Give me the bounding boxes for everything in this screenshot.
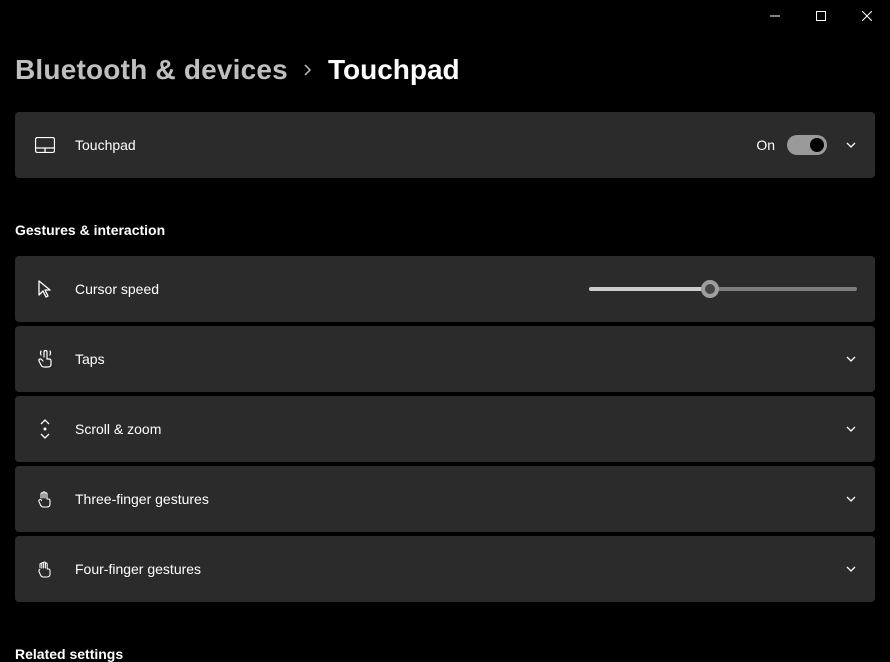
- touchpad-toggle-row[interactable]: Touchpad On: [15, 112, 875, 178]
- window-titlebar: [0, 0, 890, 32]
- four-finger-row[interactable]: Four-finger gestures: [15, 536, 875, 602]
- maximize-button[interactable]: [798, 0, 844, 32]
- four-finger-icon: [33, 559, 57, 579]
- three-finger-label: Three-finger gestures: [75, 491, 209, 507]
- cursor-icon: [33, 279, 57, 299]
- tap-icon: [33, 349, 57, 369]
- taps-label: Taps: [75, 351, 105, 367]
- scroll-zoom-row[interactable]: Scroll & zoom: [15, 396, 875, 462]
- related-section-header: Related settings: [15, 606, 875, 662]
- chevron-down-icon[interactable]: [845, 139, 857, 151]
- breadcrumb-parent[interactable]: Bluetooth & devices: [15, 54, 288, 86]
- scroll-zoom-label: Scroll & zoom: [75, 421, 161, 437]
- three-finger-icon: [33, 489, 57, 509]
- toggle-state-label: On: [756, 137, 775, 153]
- chevron-down-icon[interactable]: [845, 563, 857, 575]
- cursor-speed-slider[interactable]: [589, 279, 857, 299]
- touchpad-toggle[interactable]: [787, 135, 827, 155]
- breadcrumb-current: Touchpad: [328, 54, 460, 86]
- cursor-speed-label: Cursor speed: [75, 281, 159, 297]
- chevron-down-icon[interactable]: [845, 423, 857, 435]
- touchpad-icon: [33, 137, 57, 153]
- scroll-icon: [33, 419, 57, 439]
- chevron-down-icon[interactable]: [845, 493, 857, 505]
- touchpad-label: Touchpad: [75, 137, 136, 153]
- chevron-down-icon[interactable]: [845, 353, 857, 365]
- four-finger-label: Four-finger gestures: [75, 561, 201, 577]
- gestures-section-header: Gestures & interaction: [15, 182, 875, 256]
- minimize-button[interactable]: [752, 0, 798, 32]
- cursor-speed-row: Cursor speed: [15, 256, 875, 322]
- three-finger-row[interactable]: Three-finger gestures: [15, 466, 875, 532]
- taps-row[interactable]: Taps: [15, 326, 875, 392]
- chevron-right-icon: [302, 64, 314, 76]
- close-button[interactable]: [844, 0, 890, 32]
- breadcrumb: Bluetooth & devices Touchpad: [15, 32, 875, 112]
